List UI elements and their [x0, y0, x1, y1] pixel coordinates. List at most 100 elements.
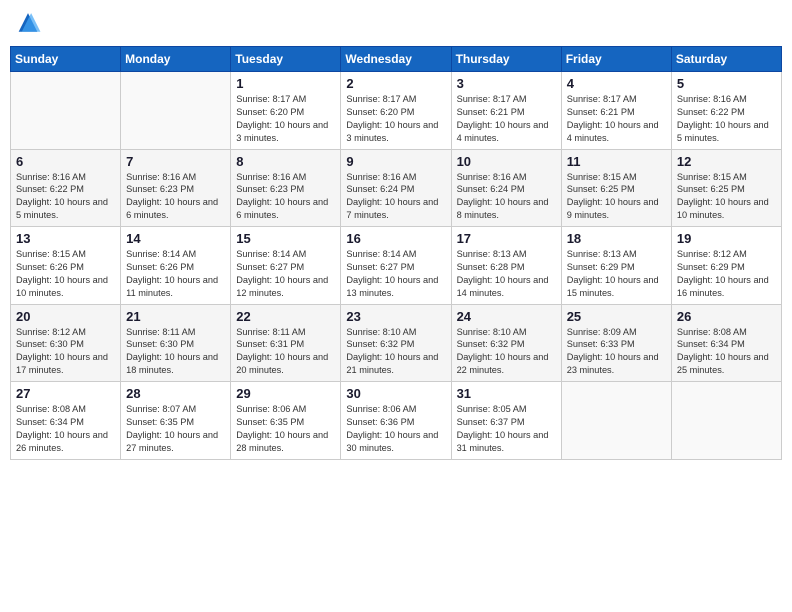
day-number: 20 — [16, 309, 115, 324]
day-number: 3 — [457, 76, 556, 91]
day-info: Sunrise: 8:06 AM Sunset: 6:35 PM Dayligh… — [236, 403, 335, 455]
calendar-cell: 13 Sunrise: 8:15 AM Sunset: 6:26 PM Dayli… — [11, 227, 121, 305]
day-info: Sunrise: 8:14 AM Sunset: 6:26 PM Dayligh… — [126, 248, 225, 300]
day-number: 13 — [16, 231, 115, 246]
calendar-cell — [121, 72, 231, 150]
day-number: 4 — [567, 76, 666, 91]
day-number: 7 — [126, 154, 225, 169]
day-info: Sunrise: 8:14 AM Sunset: 6:27 PM Dayligh… — [236, 248, 335, 300]
day-number: 5 — [677, 76, 776, 91]
calendar-cell: 26Sunrise: 8:08 AM Sunset: 6:34 PM Dayli… — [671, 304, 781, 382]
day-number: 17 — [457, 231, 556, 246]
day-number: 19 — [677, 231, 776, 246]
logo — [14, 10, 44, 38]
weekday-header-tuesday: Tuesday — [231, 47, 341, 72]
calendar-cell: 30Sunrise: 8:06 AM Sunset: 6:36 PM Dayli… — [341, 382, 451, 460]
calendar-cell: 19 Sunrise: 8:12 AM Sunset: 6:29 PM Dayli… — [671, 227, 781, 305]
day-info: Sunrise: 8:17 AM Sunset: 6:21 PM Dayligh… — [457, 93, 556, 145]
weekday-header-saturday: Saturday — [671, 47, 781, 72]
day-info: Sunrise: 8:16 AM Sunset: 6:22 PM Dayligh… — [16, 171, 115, 223]
day-info: Sunrise: 8:15 AM Sunset: 6:25 PM Dayligh… — [677, 171, 776, 223]
weekday-header-monday: Monday — [121, 47, 231, 72]
calendar-cell: 8 Sunrise: 8:16 AM Sunset: 6:23 PM Daylig… — [231, 149, 341, 227]
day-number: 1 — [236, 76, 335, 91]
day-info: Sunrise: 8:17 AM Sunset: 6:21 PM Dayligh… — [567, 93, 666, 145]
calendar-cell: 6 Sunrise: 8:16 AM Sunset: 6:22 PM Daylig… — [11, 149, 121, 227]
day-info: Sunrise: 8:10 AM Sunset: 6:32 PM Dayligh… — [457, 326, 556, 378]
day-number: 8 — [236, 154, 335, 169]
calendar-cell: 7 Sunrise: 8:16 AM Sunset: 6:23 PM Daylig… — [121, 149, 231, 227]
day-info: Sunrise: 8:12 AM Sunset: 6:30 PM Dayligh… — [16, 326, 115, 378]
day-number: 18 — [567, 231, 666, 246]
day-number: 2 — [346, 76, 445, 91]
day-number: 14 — [126, 231, 225, 246]
day-number: 27 — [16, 386, 115, 401]
day-info: Sunrise: 8:15 AM Sunset: 6:25 PM Dayligh… — [567, 171, 666, 223]
day-number: 28 — [126, 386, 225, 401]
day-info: Sunrise: 8:10 AM Sunset: 6:32 PM Dayligh… — [346, 326, 445, 378]
calendar-cell: 3 Sunrise: 8:17 AM Sunset: 6:21 PM Daylig… — [451, 72, 561, 150]
calendar-cell: 17 Sunrise: 8:13 AM Sunset: 6:28 PM Dayli… — [451, 227, 561, 305]
calendar-cell: 9Sunrise: 8:16 AM Sunset: 6:24 PM Daylig… — [341, 149, 451, 227]
calendar-cell: 22 Sunrise: 8:11 AM Sunset: 6:31 PM Dayli… — [231, 304, 341, 382]
calendar-cell: 31 Sunrise: 8:05 AM Sunset: 6:37 PM Dayli… — [451, 382, 561, 460]
calendar-cell: 28Sunrise: 8:07 AM Sunset: 6:35 PM Dayli… — [121, 382, 231, 460]
day-number: 24 — [457, 309, 556, 324]
day-number: 26 — [677, 309, 776, 324]
day-info: Sunrise: 8:05 AM Sunset: 6:37 PM Dayligh… — [457, 403, 556, 455]
day-number: 21 — [126, 309, 225, 324]
calendar-cell: 25 Sunrise: 8:09 AM Sunset: 6:33 PM Dayli… — [561, 304, 671, 382]
day-info: Sunrise: 8:13 AM Sunset: 6:29 PM Dayligh… — [567, 248, 666, 300]
calendar-cell: 16 Sunrise: 8:14 AM Sunset: 6:27 PM Dayli… — [341, 227, 451, 305]
calendar-cell — [561, 382, 671, 460]
logo-icon — [14, 10, 42, 38]
calendar-table: SundayMondayTuesdayWednesdayThursdayFrid… — [10, 46, 782, 460]
day-info: Sunrise: 8:16 AM Sunset: 6:22 PM Dayligh… — [677, 93, 776, 145]
day-number: 22 — [236, 309, 335, 324]
day-info: Sunrise: 8:11 AM Sunset: 6:31 PM Dayligh… — [236, 326, 335, 378]
day-info: Sunrise: 8:13 AM Sunset: 6:28 PM Dayligh… — [457, 248, 556, 300]
calendar-cell: 24 Sunrise: 8:10 AM Sunset: 6:32 PM Dayli… — [451, 304, 561, 382]
day-info: Sunrise: 8:16 AM Sunset: 6:23 PM Dayligh… — [236, 171, 335, 223]
weekday-header-row: SundayMondayTuesdayWednesdayThursdayFrid… — [11, 47, 782, 72]
day-info: Sunrise: 8:16 AM Sunset: 6:24 PM Dayligh… — [346, 171, 445, 223]
calendar-cell: 21 Sunrise: 8:11 AM Sunset: 6:30 PM Dayli… — [121, 304, 231, 382]
day-number: 12 — [677, 154, 776, 169]
calendar-week-1: 1 Sunrise: 8:17 AM Sunset: 6:20 PM Daylig… — [11, 72, 782, 150]
day-number: 23 — [346, 309, 445, 324]
calendar-cell — [11, 72, 121, 150]
calendar-cell: 23 Sunrise: 8:10 AM Sunset: 6:32 PM Dayli… — [341, 304, 451, 382]
calendar-week-2: 6 Sunrise: 8:16 AM Sunset: 6:22 PM Daylig… — [11, 149, 782, 227]
day-number: 6 — [16, 154, 115, 169]
calendar-week-5: 27 Sunrise: 8:08 AM Sunset: 6:34 PM Dayli… — [11, 382, 782, 460]
calendar-cell: 20 Sunrise: 8:12 AM Sunset: 6:30 PM Dayli… — [11, 304, 121, 382]
day-info: Sunrise: 8:15 AM Sunset: 6:26 PM Dayligh… — [16, 248, 115, 300]
day-number: 25 — [567, 309, 666, 324]
calendar-cell: 27 Sunrise: 8:08 AM Sunset: 6:34 PM Dayli… — [11, 382, 121, 460]
calendar-cell: 11 Sunrise: 8:15 AM Sunset: 6:25 PM Dayli… — [561, 149, 671, 227]
weekday-header-sunday: Sunday — [11, 47, 121, 72]
day-info: Sunrise: 8:16 AM Sunset: 6:23 PM Dayligh… — [126, 171, 225, 223]
calendar-cell: 2Sunrise: 8:17 AM Sunset: 6:20 PM Daylig… — [341, 72, 451, 150]
calendar-cell: 1 Sunrise: 8:17 AM Sunset: 6:20 PM Daylig… — [231, 72, 341, 150]
calendar-cell: 5 Sunrise: 8:16 AM Sunset: 6:22 PM Daylig… — [671, 72, 781, 150]
calendar-week-3: 13 Sunrise: 8:15 AM Sunset: 6:26 PM Dayli… — [11, 227, 782, 305]
day-info: Sunrise: 8:06 AM Sunset: 6:36 PM Dayligh… — [346, 403, 445, 455]
day-info: Sunrise: 8:14 AM Sunset: 6:27 PM Dayligh… — [346, 248, 445, 300]
day-number: 16 — [346, 231, 445, 246]
day-info: Sunrise: 8:16 AM Sunset: 6:24 PM Dayligh… — [457, 171, 556, 223]
weekday-header-wednesday: Wednesday — [341, 47, 451, 72]
day-number: 31 — [457, 386, 556, 401]
calendar-cell: 29 Sunrise: 8:06 AM Sunset: 6:35 PM Dayli… — [231, 382, 341, 460]
day-number: 11 — [567, 154, 666, 169]
day-info: Sunrise: 8:08 AM Sunset: 6:34 PM Dayligh… — [16, 403, 115, 455]
day-info: Sunrise: 8:12 AM Sunset: 6:29 PM Dayligh… — [677, 248, 776, 300]
day-number: 10 — [457, 154, 556, 169]
day-number: 29 — [236, 386, 335, 401]
calendar-cell — [671, 382, 781, 460]
weekday-header-thursday: Thursday — [451, 47, 561, 72]
calendar-cell: 15Sunrise: 8:14 AM Sunset: 6:27 PM Dayli… — [231, 227, 341, 305]
day-info: Sunrise: 8:11 AM Sunset: 6:30 PM Dayligh… — [126, 326, 225, 378]
day-info: Sunrise: 8:17 AM Sunset: 6:20 PM Dayligh… — [236, 93, 335, 145]
day-info: Sunrise: 8:09 AM Sunset: 6:33 PM Dayligh… — [567, 326, 666, 378]
